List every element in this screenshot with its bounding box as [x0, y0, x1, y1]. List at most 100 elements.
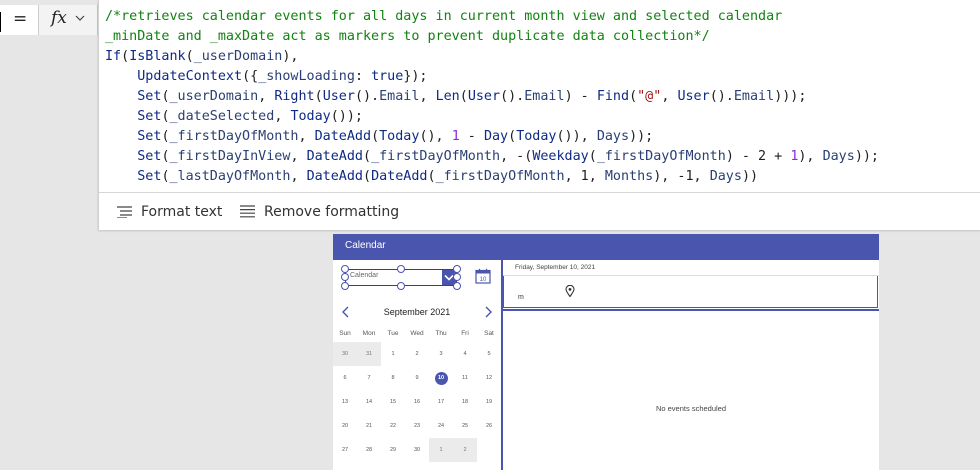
- format-text-button[interactable]: Format text: [117, 193, 222, 230]
- calendar-day[interactable]: 20: [333, 414, 357, 438]
- calendar-day[interactable]: 21: [357, 414, 381, 438]
- code-token: (: [588, 149, 597, 164]
- selection-handle[interactable]: [397, 265, 405, 273]
- calendar-day[interactable]: 16: [405, 390, 429, 414]
- code-line[interactable]: Set(_lastDayOfMonth, DateAdd(DateAdd(_fi…: [105, 167, 977, 187]
- code-token: IsBlank: [129, 49, 186, 64]
- calendar-day[interactable]: 17: [429, 390, 453, 414]
- calendar-day[interactable]: 2: [453, 438, 477, 462]
- code-token: "@": [637, 89, 662, 104]
- calendar-day[interactable]: 11: [453, 366, 477, 390]
- code-token: ().: [354, 89, 380, 104]
- code-token: Right: [274, 89, 315, 104]
- calendar-day[interactable]: 24: [429, 414, 453, 438]
- calendar-day[interactable]: 19: [477, 390, 501, 414]
- calendar-icon[interactable]: 10: [475, 268, 491, 284]
- calendar-day[interactable]: 23: [405, 414, 429, 438]
- code-line[interactable]: Set(_userDomain, Right(User().Email, Len…: [105, 87, 977, 107]
- calendar-day-number: 18: [461, 399, 469, 405]
- calendar-day[interactable]: 6: [333, 366, 357, 390]
- calendar-day[interactable]: 15: [381, 390, 405, 414]
- selection-handle[interactable]: [341, 273, 349, 281]
- chevron-right-icon[interactable]: [483, 306, 493, 318]
- code-token: _userDomain: [193, 49, 283, 64]
- remove-formatting-button[interactable]: Remove formatting: [240, 193, 399, 230]
- calendar-day[interactable]: 30: [405, 438, 429, 462]
- code-token: Months: [604, 169, 654, 184]
- calendar-day[interactable]: 26: [477, 414, 501, 438]
- calendar-day[interactable]: 13: [333, 390, 357, 414]
- calendar-day[interactable]: 2: [405, 342, 429, 366]
- code-token: (: [427, 169, 436, 184]
- weekday-label: Thu: [435, 330, 447, 337]
- calendar-icon-day: 10: [480, 277, 487, 283]
- calendar-day-number: 23: [413, 423, 421, 429]
- code-token: Find: [596, 89, 630, 104]
- code-line[interactable]: If(IsBlank(_userDomain),: [105, 47, 977, 67]
- weekday-label: Sun: [339, 330, 351, 337]
- calendar-day[interactable]: 27: [333, 438, 357, 462]
- calendar-day[interactable]: 7: [357, 366, 381, 390]
- code-token: (: [363, 169, 372, 184]
- weekday-header: Sun Mon Tue Wed Thu Fri Sat: [333, 330, 501, 340]
- calendar-day[interactable]: 4: [453, 342, 477, 366]
- code-token: _firstDayOfMonth: [371, 149, 501, 164]
- selection-handle[interactable]: [341, 265, 349, 273]
- code-line[interactable]: UpdateContext({_showLoading: true});: [105, 67, 977, 87]
- code-token: _firstDayOfMonth: [596, 149, 726, 164]
- code-token: Email: [379, 89, 420, 104]
- calendar-day[interactable]: 18: [453, 390, 477, 414]
- dropdown-value: Calendar: [350, 272, 379, 279]
- calendar-day[interactable]: 1: [429, 438, 453, 462]
- code-token: (: [161, 149, 170, 164]
- calendar-day[interactable]: 29: [381, 438, 405, 462]
- format-text-icon: [117, 205, 132, 218]
- calendar-day[interactable]: 28: [357, 438, 381, 462]
- fx-button[interactable]: fx: [39, 5, 98, 35]
- calendar-day[interactable]: 9: [405, 366, 429, 390]
- selection-handle[interactable]: [453, 265, 461, 273]
- property-equals-box: =: [0, 5, 39, 35]
- code-line[interactable]: Set(_dateSelected, Today());: [105, 107, 977, 127]
- selected-date-label: Friday, September 10, 2021: [515, 264, 596, 271]
- code-token: 1: [451, 129, 460, 144]
- calendar-day-number: 30: [413, 447, 421, 453]
- code-token: ()),: [556, 129, 597, 144]
- calendar-day-number: 6: [343, 375, 347, 381]
- remove-formatting-icon: [240, 205, 255, 218]
- calendar-day-number: 9: [415, 375, 419, 381]
- calendar-day-number: 4: [463, 351, 467, 357]
- code-line[interactable]: Set(_firstDayInView, DateAdd(_firstDayOf…: [105, 147, 977, 167]
- event-header-box[interactable]: m: [503, 276, 878, 308]
- calendar-day-number: 3: [439, 351, 443, 357]
- month-navigator: September 2021: [333, 304, 501, 320]
- calendar-day[interactable]: 14: [357, 390, 381, 414]
- calendar-day[interactable]: 25: [453, 414, 477, 438]
- code-token: DateAdd: [371, 169, 428, 184]
- calendar-day[interactable]: 5: [477, 342, 501, 366]
- calendar-day-number: 20: [341, 423, 349, 429]
- selection-handle[interactable]: [397, 282, 405, 290]
- code-line[interactable]: /*retrieves calendar events for all days…: [105, 7, 977, 27]
- code-token: ());: [330, 109, 363, 124]
- code-line[interactable]: _minDate and _maxDate act as markers to …: [105, 27, 977, 47]
- weekday-label: Wed: [410, 330, 424, 337]
- calendar-day[interactable]: 3: [429, 342, 453, 366]
- calendar-day[interactable]: 31: [357, 342, 381, 366]
- formula-code[interactable]: /*retrieves calendar events for all days…: [105, 7, 977, 187]
- calendar-day-number: 8: [391, 375, 395, 381]
- calendar-day[interactable]: 12: [477, 366, 501, 390]
- code-token: User: [677, 89, 710, 104]
- calendar-day[interactable]: 30: [333, 342, 357, 366]
- selection-handle[interactable]: [341, 282, 349, 290]
- calendar-day[interactable]: 1: [381, 342, 405, 366]
- calendar-day[interactable]: 8: [381, 366, 405, 390]
- selection-handle[interactable]: [453, 273, 461, 281]
- calendar-day-selected[interactable]: 10: [429, 366, 453, 390]
- selection-handle[interactable]: [453, 282, 461, 290]
- code-token: Set: [137, 169, 162, 184]
- code-line[interactable]: Set(_firstDayOfMonth, DateAdd(Today(), 1…: [105, 127, 977, 147]
- calendar-day[interactable]: 22: [381, 414, 405, 438]
- formula-editor[interactable]: /*retrieves calendar events for all days…: [98, 0, 980, 230]
